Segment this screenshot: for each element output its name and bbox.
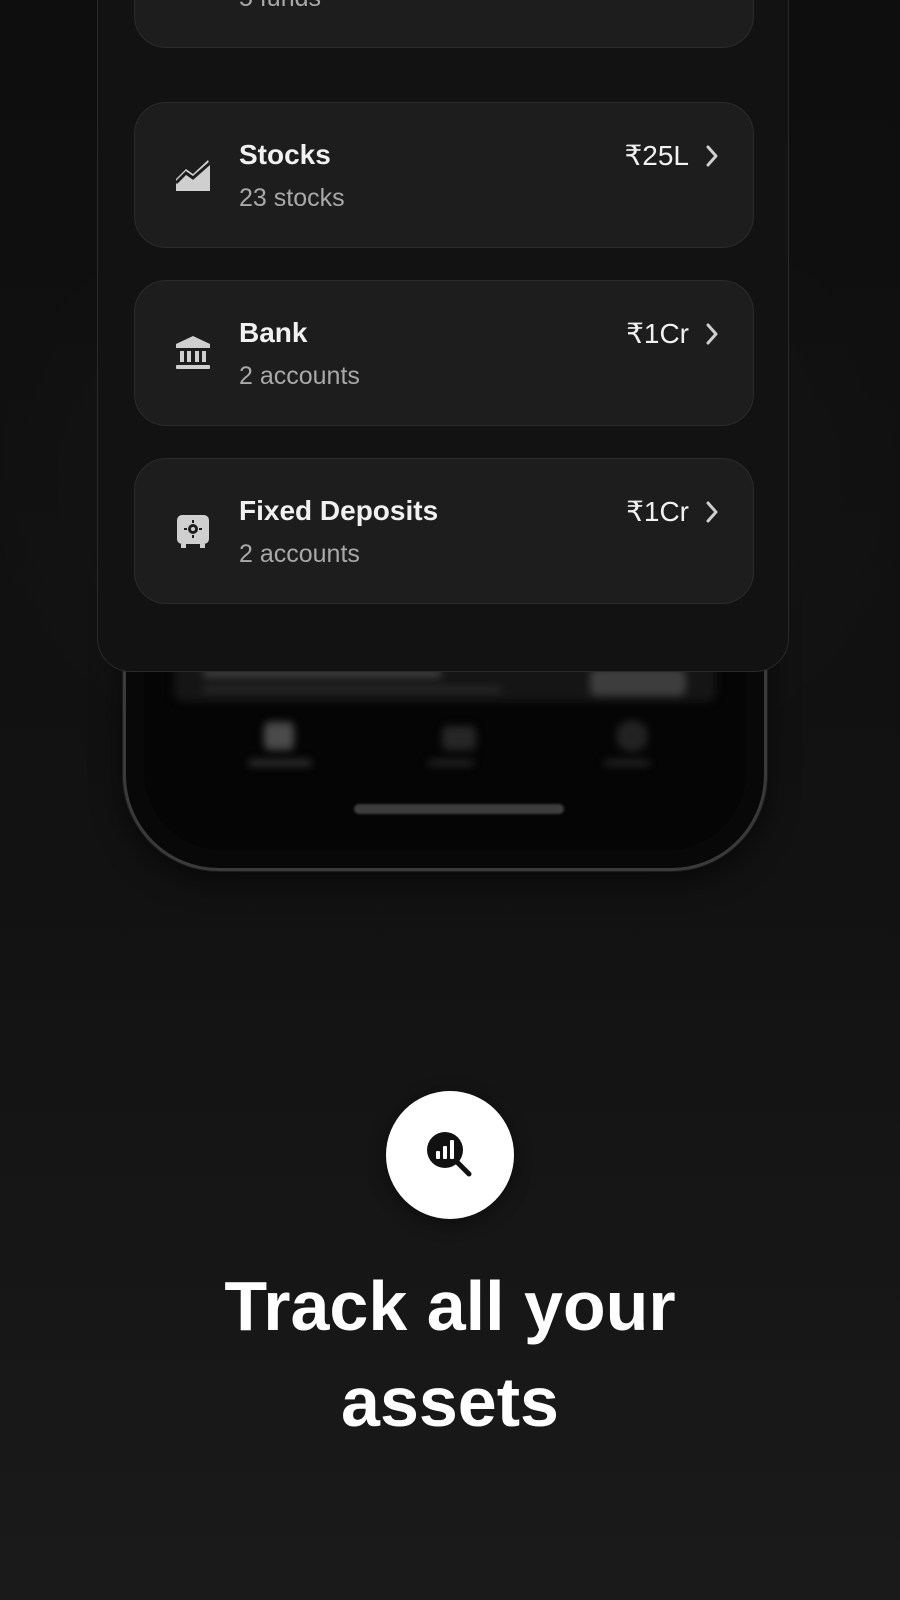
blurred-tab-icon [442,726,476,750]
asset-subtitle: 2 accounts [239,540,360,568]
chevron-right-icon [701,321,723,347]
asset-subtitle: 5 funds [239,0,321,13]
asset-name: Bank [239,317,308,348]
blurred-tab-icon [264,722,294,750]
blurred-button [590,668,686,696]
home-indicator [354,804,564,814]
asset-name: Fixed Deposits [239,495,439,526]
blurred-tab-icon [616,720,648,752]
assets-card: 5 funds Stocks 23 stocks ₹25L [97,0,789,672]
asset-row-stocks[interactable]: Stocks 23 stocks ₹25L [134,102,754,248]
chevron-right-icon [701,143,723,169]
asset-row-bank[interactable]: Bank 2 accounts ₹1Cr [134,280,754,426]
blurred-tab-label [428,760,474,766]
asset-value: ₹1Cr [626,496,689,527]
asset-row-fixed-deposits[interactable]: Fixed Deposits 2 accounts ₹1Cr [134,458,754,604]
promo-headline-line2: assets [341,1363,559,1441]
blurred-text [202,686,502,693]
blurred-tab-label [604,760,650,766]
safe-icon [173,511,213,551]
asset-subtitle: 2 accounts [239,362,360,390]
bank-icon [173,333,213,373]
search-analytics-icon [427,1132,472,1177]
asset-subtitle: 23 stocks [239,184,345,212]
search-analytics-badge [386,1091,514,1219]
asset-row-mutual-funds[interactable]: 5 funds [134,0,754,48]
stocks-trend-icon [173,155,213,195]
asset-value: ₹1Cr [626,318,689,349]
asset-value: ₹25L [624,140,689,171]
chevron-right-icon [701,499,723,525]
asset-name: Stocks [239,139,331,170]
blurred-tab-label [248,760,312,766]
promo-headline-line1: Track all your [224,1267,676,1345]
promo-headline: Track all your assets [0,1258,900,1450]
